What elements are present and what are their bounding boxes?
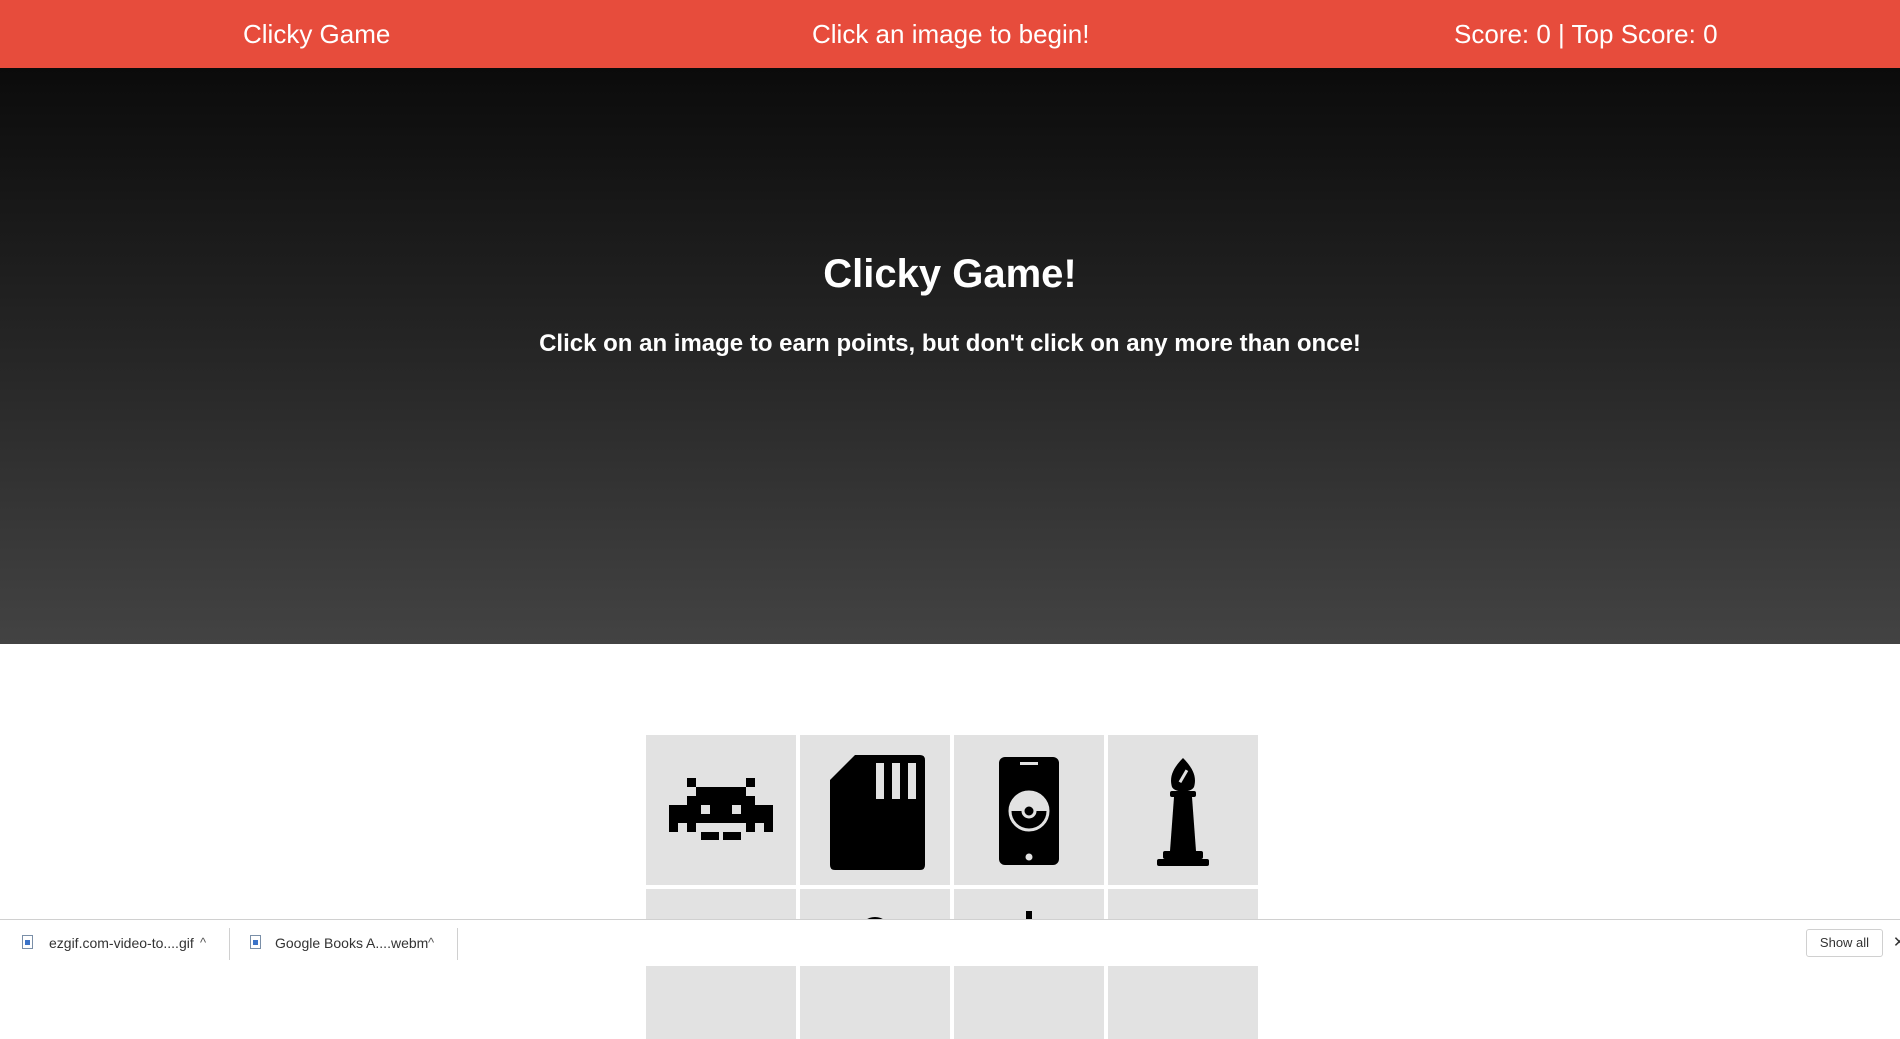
downloads-bar: ezgif.com-video-to....gif ^ Google Books… (0, 919, 1900, 966)
download-item[interactable]: Google Books A....webm ^ (248, 920, 448, 966)
separator (457, 928, 458, 960)
chevron-up-icon[interactable]: ^ (428, 920, 434, 966)
jumbotron-header: Clicky Game! Click on an image to earn p… (0, 68, 1900, 644)
navbar: Clicky Game Click an image to begin! Sco… (0, 0, 1900, 68)
chevron-up-icon[interactable]: ^ (200, 920, 206, 966)
chess-bishop-icon (1157, 758, 1209, 866)
image-card-space-invader[interactable] (646, 735, 796, 885)
space-invader-icon (669, 778, 773, 840)
game-status-message: Click an image to begin! (812, 19, 1090, 49)
sd-card-icon (830, 755, 925, 870)
download-filename: ezgif.com-video-to....gif (49, 935, 194, 951)
score-display: Score: 0 | Top Score: 0 (1454, 19, 1718, 49)
file-icon (22, 935, 33, 949)
download-filename: Google Books A....webm (275, 935, 429, 951)
image-card-pokeball-phone[interactable] (954, 735, 1104, 885)
close-icon[interactable]: ✕ (1893, 920, 1900, 966)
file-icon (250, 935, 261, 949)
navbar-brand[interactable]: Clicky Game (243, 0, 390, 68)
separator (229, 928, 230, 960)
download-item[interactable]: ezgif.com-video-to....gif ^ (20, 920, 220, 966)
instructions-text: Click on an image to earn points, but do… (539, 330, 1361, 357)
page-title: Clicky Game! (823, 252, 1077, 296)
image-card-sd-card[interactable] (800, 735, 950, 885)
image-card-chess-bishop[interactable] (1108, 735, 1258, 885)
show-all-button[interactable]: Show all (1806, 929, 1883, 957)
pokeball-phone-icon (999, 757, 1059, 865)
